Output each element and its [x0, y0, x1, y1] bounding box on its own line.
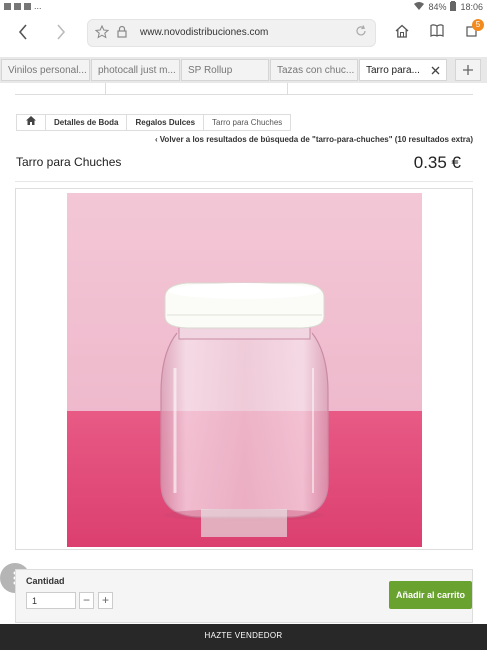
- quantity-decrease-button[interactable]: −: [79, 592, 94, 609]
- battery-percent: 84%: [428, 2, 447, 12]
- quantity-input[interactable]: [26, 592, 76, 609]
- chevron-left-icon: [18, 24, 27, 40]
- add-to-cart-button[interactable]: Añadir al carrito: [389, 581, 472, 609]
- browser-tab-active[interactable]: Tarro para...: [359, 59, 447, 81]
- breadcrumb: Detalles de Boda Regalos Dulces Tarro pa…: [16, 114, 292, 131]
- battery-icon: [450, 1, 457, 13]
- lock-icon: [117, 25, 127, 41]
- book-icon: [430, 24, 444, 37]
- top-nav-strip: [15, 83, 473, 95]
- zoom-overlay[interactable]: [201, 509, 287, 537]
- back-button[interactable]: [18, 24, 28, 43]
- page-content: Detalles de Boda Regalos Dulces Tarro pa…: [0, 83, 487, 624]
- tab-count-badge: 5: [472, 19, 484, 31]
- back-to-results-text: Volver a los resultados de búsqueda de "…: [159, 135, 473, 144]
- close-tab-button[interactable]: [431, 62, 440, 79]
- product-title: Tarro para Chuches: [16, 155, 122, 169]
- divider: [15, 181, 473, 182]
- browser-tab[interactable]: SP Rollup: [181, 59, 269, 81]
- breadcrumb-item[interactable]: Detalles de Boda: [46, 115, 128, 130]
- tab-strip: Vinilos personal... photocall just m... …: [0, 57, 487, 83]
- notification-icon: [14, 2, 21, 10]
- wifi-icon: [414, 2, 425, 12]
- breadcrumb-item[interactable]: Regalos Dulces: [127, 115, 205, 130]
- home-icon: [395, 24, 409, 38]
- breadcrumb-home[interactable]: [17, 115, 46, 130]
- browser-toolbar: www.novodistribuciones.com 5: [0, 14, 487, 54]
- forward-button[interactable]: [56, 24, 66, 43]
- plus-icon: [463, 65, 473, 75]
- product-price: 0.35 €: [413, 153, 461, 172]
- breadcrumb-current: Tarro para Chuches: [212, 118, 283, 127]
- divider: [287, 83, 288, 95]
- star-icon[interactable]: [94, 24, 110, 42]
- quantity-increase-button[interactable]: +: [98, 592, 113, 609]
- url-text: www.novodistribuciones.com: [140, 27, 269, 38]
- browser-tab-label: Tarro para...: [366, 65, 420, 76]
- divider: [105, 83, 106, 95]
- notification-icon: [24, 2, 31, 10]
- new-tab-button[interactable]: [455, 59, 481, 81]
- browser-tab[interactable]: Vinilos personal...: [1, 59, 90, 81]
- product-photo[interactable]: [67, 193, 422, 547]
- notification-icons: ...: [4, 1, 42, 11]
- home-button[interactable]: [395, 24, 409, 41]
- notification-ellipsis: ...: [34, 1, 42, 11]
- clock: 18:06: [460, 2, 483, 12]
- become-seller-banner[interactable]: HAZTE VENDEDOR: [0, 624, 487, 650]
- quantity-label: Cantidad: [26, 576, 65, 586]
- tab-manager-button[interactable]: 5: [466, 19, 484, 40]
- reload-icon[interactable]: [355, 25, 367, 40]
- chevron-right-icon: [57, 24, 66, 40]
- chevron-left-icon: ‹: [155, 135, 158, 144]
- home-icon: [26, 116, 36, 125]
- add-to-cart-panel: Cantidad − + Añadir al carrito: [15, 569, 473, 623]
- back-to-results-link[interactable]: ‹ Volver a los resultados de búsqueda de …: [155, 135, 473, 144]
- product-image-frame: [15, 188, 473, 550]
- status-bar: ... 84% 18:06: [0, 0, 487, 14]
- system-status: 84% 18:06: [414, 1, 483, 13]
- browser-tab[interactable]: Tazas con chuc...: [270, 59, 358, 81]
- address-bar[interactable]: www.novodistribuciones.com: [87, 19, 376, 47]
- notification-icon: [4, 2, 11, 10]
- jar-image: [67, 193, 422, 547]
- close-icon: [431, 66, 440, 75]
- browser-tab[interactable]: photocall just m...: [91, 59, 180, 81]
- bookmarks-button[interactable]: [430, 24, 444, 40]
